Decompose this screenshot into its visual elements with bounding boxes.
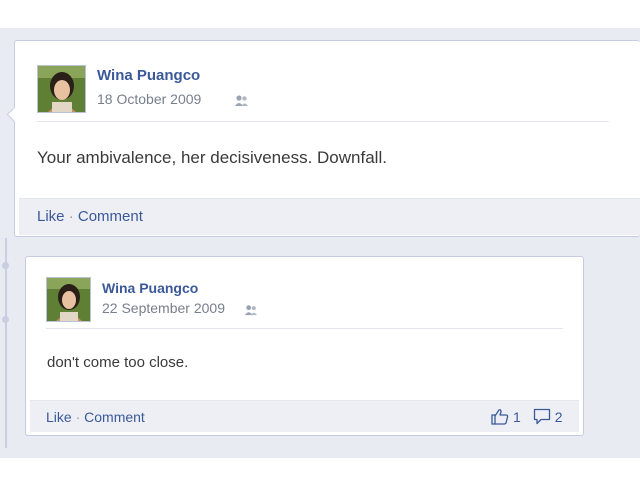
post-text: Your ambivalence, her decisiveness. Down… bbox=[37, 148, 387, 167]
like-link[interactable]: Like bbox=[46, 409, 72, 425]
comment-link[interactable]: Comment bbox=[84, 409, 145, 425]
avatar[interactable] bbox=[37, 65, 86, 113]
post-text: don't come too close. bbox=[47, 354, 189, 371]
post-date[interactable]: 18 October 2009 bbox=[97, 91, 201, 107]
action-separator: · bbox=[68, 208, 74, 225]
post-footer: Like · Comment bbox=[19, 198, 640, 235]
post-divider bbox=[37, 121, 609, 122]
like-count[interactable]: 1 bbox=[513, 409, 521, 425]
avatar[interactable] bbox=[46, 277, 91, 322]
comment-count[interactable]: 2 bbox=[555, 409, 563, 425]
post-date[interactable]: 22 September 2009 bbox=[102, 300, 225, 316]
friends-icon[interactable] bbox=[244, 304, 258, 316]
friends-icon[interactable] bbox=[234, 94, 249, 107]
timeline-spine bbox=[5, 238, 7, 448]
action-separator: · bbox=[75, 409, 81, 425]
comment-link[interactable]: Comment bbox=[78, 208, 143, 225]
post-actions: Like · Comment bbox=[46, 409, 145, 425]
like-link[interactable]: Like bbox=[37, 208, 65, 225]
timeline-dot bbox=[2, 262, 9, 269]
timeline-post: Wina Puangco 18 October 2009 Your ambiva… bbox=[6, 40, 640, 237]
post-footer: Like · Comment 1 2 bbox=[30, 400, 579, 432]
post-actions: Like · Comment bbox=[37, 208, 143, 225]
post-stats: 1 2 bbox=[491, 408, 563, 425]
timeline-dot bbox=[2, 316, 9, 323]
post-divider bbox=[46, 328, 563, 329]
post-author-link[interactable]: Wina Puangco bbox=[102, 280, 198, 296]
comment-bubble-icon[interactable] bbox=[533, 408, 551, 425]
post-author-link[interactable]: Wina Puangco bbox=[97, 67, 200, 84]
thumbs-up-icon[interactable] bbox=[491, 408, 509, 425]
timeline-post: Wina Puangco 22 September 2009 don't com… bbox=[25, 256, 584, 436]
